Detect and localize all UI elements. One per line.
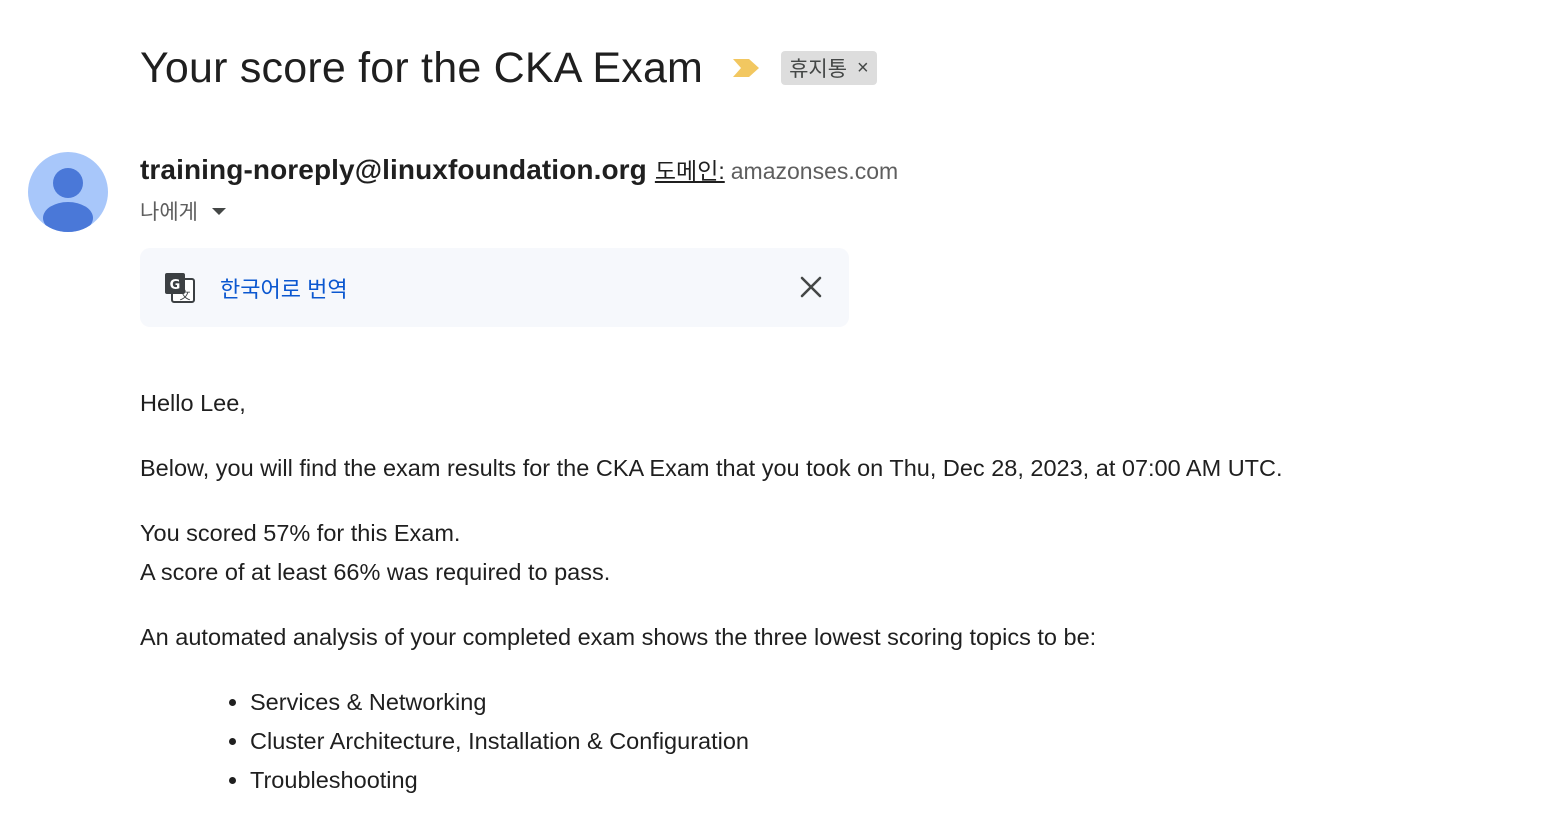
analysis-intro: An automated analysis of your completed …	[140, 624, 1097, 650]
required-score-line: A score of at least 66% was required to …	[140, 559, 611, 585]
list-item: Cluster Architecture, Installation & Con…	[250, 722, 1520, 761]
sender-row: training-noreply@linuxfoundation.org 도메인…	[140, 152, 898, 190]
caret-down-icon[interactable]	[211, 207, 226, 215]
translate-to-korean-link[interactable]: 한국어로 번역	[220, 272, 348, 304]
score-line: You scored 57% for this Exam.	[140, 520, 461, 546]
email-subject: Your score for the CKA Exam	[140, 43, 704, 92]
label-chip-trash[interactable]: 휴지통 ×	[781, 51, 877, 85]
subject-row: Your score for the CKA Exam 휴지통 ×	[140, 40, 877, 96]
recipient-text: 나에게	[140, 201, 198, 224]
label-chip-text: 휴지통	[789, 58, 848, 81]
list-item: Troubleshooting	[250, 761, 1520, 800]
translate-bar: G 文 한국어로 번역	[140, 248, 849, 327]
score-paragraph: You scored 57% for this Exam. A score of…	[140, 514, 1520, 592]
label-remove-icon[interactable]: ×	[857, 58, 869, 78]
intro-paragraph: Below, you will find the exam results fo…	[140, 455, 1283, 481]
sender-domain: amazonses.com	[730, 158, 899, 184]
email-view: Your score for the CKA Exam 휴지통 × traini…	[0, 0, 1554, 834]
person-avatar-icon	[43, 168, 93, 232]
recipient-details-toggle[interactable]: 나에게	[140, 196, 226, 226]
sender-domain-label[interactable]: 도메인:	[655, 152, 725, 186]
topics-list: Services & Networking Cluster Architectu…	[140, 683, 1520, 800]
close-icon[interactable]	[799, 275, 823, 299]
svg-text:文: 文	[180, 288, 191, 302]
list-item: Services & Networking	[250, 683, 1520, 722]
importance-marker-icon[interactable]	[731, 57, 761, 79]
email-body: Hello Lee, Below, you will find the exam…	[140, 384, 1520, 800]
sender-avatar[interactable]	[28, 152, 108, 232]
google-translate-icon: G 文	[162, 270, 198, 306]
sender-email[interactable]: training-noreply@linuxfoundation.org	[140, 154, 647, 186]
greeting: Hello Lee,	[140, 390, 246, 416]
